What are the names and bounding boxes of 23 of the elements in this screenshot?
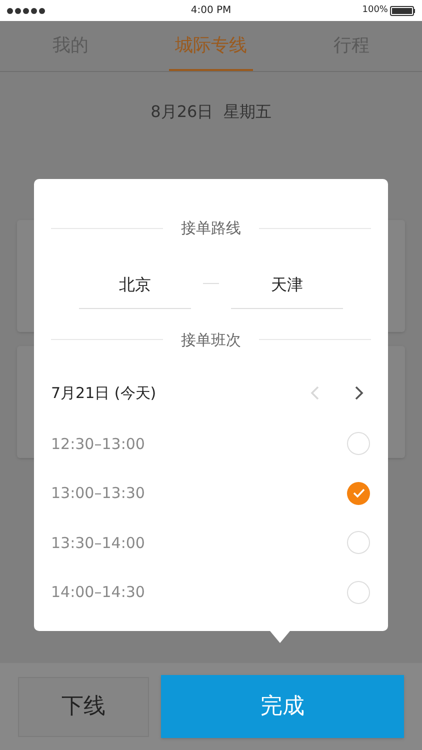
battery-percent: 100% bbox=[362, 4, 388, 17]
check-icon bbox=[352, 488, 364, 498]
section-title: 接单班次 bbox=[181, 330, 241, 350]
chevron-right-icon bbox=[354, 386, 364, 400]
offline-button[interactable]: 下线 bbox=[18, 676, 149, 736]
done-button[interactable]: 完成 bbox=[161, 675, 404, 738]
time-slot-label: 13:00–13:30 bbox=[51, 483, 146, 504]
radio-button[interactable] bbox=[347, 531, 370, 554]
radio-button[interactable] bbox=[347, 580, 370, 604]
signal-icon bbox=[7, 8, 45, 14]
chevron-left-icon bbox=[310, 386, 320, 400]
section-title: 接单路线 bbox=[181, 218, 241, 239]
date-label: 7月21日 (今天) bbox=[51, 382, 158, 404]
time-slot-label: 14:00–14:30 bbox=[51, 582, 146, 603]
battery-icon bbox=[390, 6, 415, 16]
time-slot-label: 12:30–13:00 bbox=[51, 434, 146, 454]
city-field[interactable]: 北京 bbox=[79, 262, 191, 308]
date-label: 8月26日 星期五 bbox=[150, 101, 272, 123]
city-field[interactable]: 天津 bbox=[231, 262, 343, 308]
time-slot-label: 13:30–14:00 bbox=[51, 532, 146, 554]
radio-button[interactable] bbox=[347, 482, 370, 505]
status-time: 4:00 PM bbox=[190, 4, 232, 18]
radio-button[interactable] bbox=[347, 432, 370, 456]
